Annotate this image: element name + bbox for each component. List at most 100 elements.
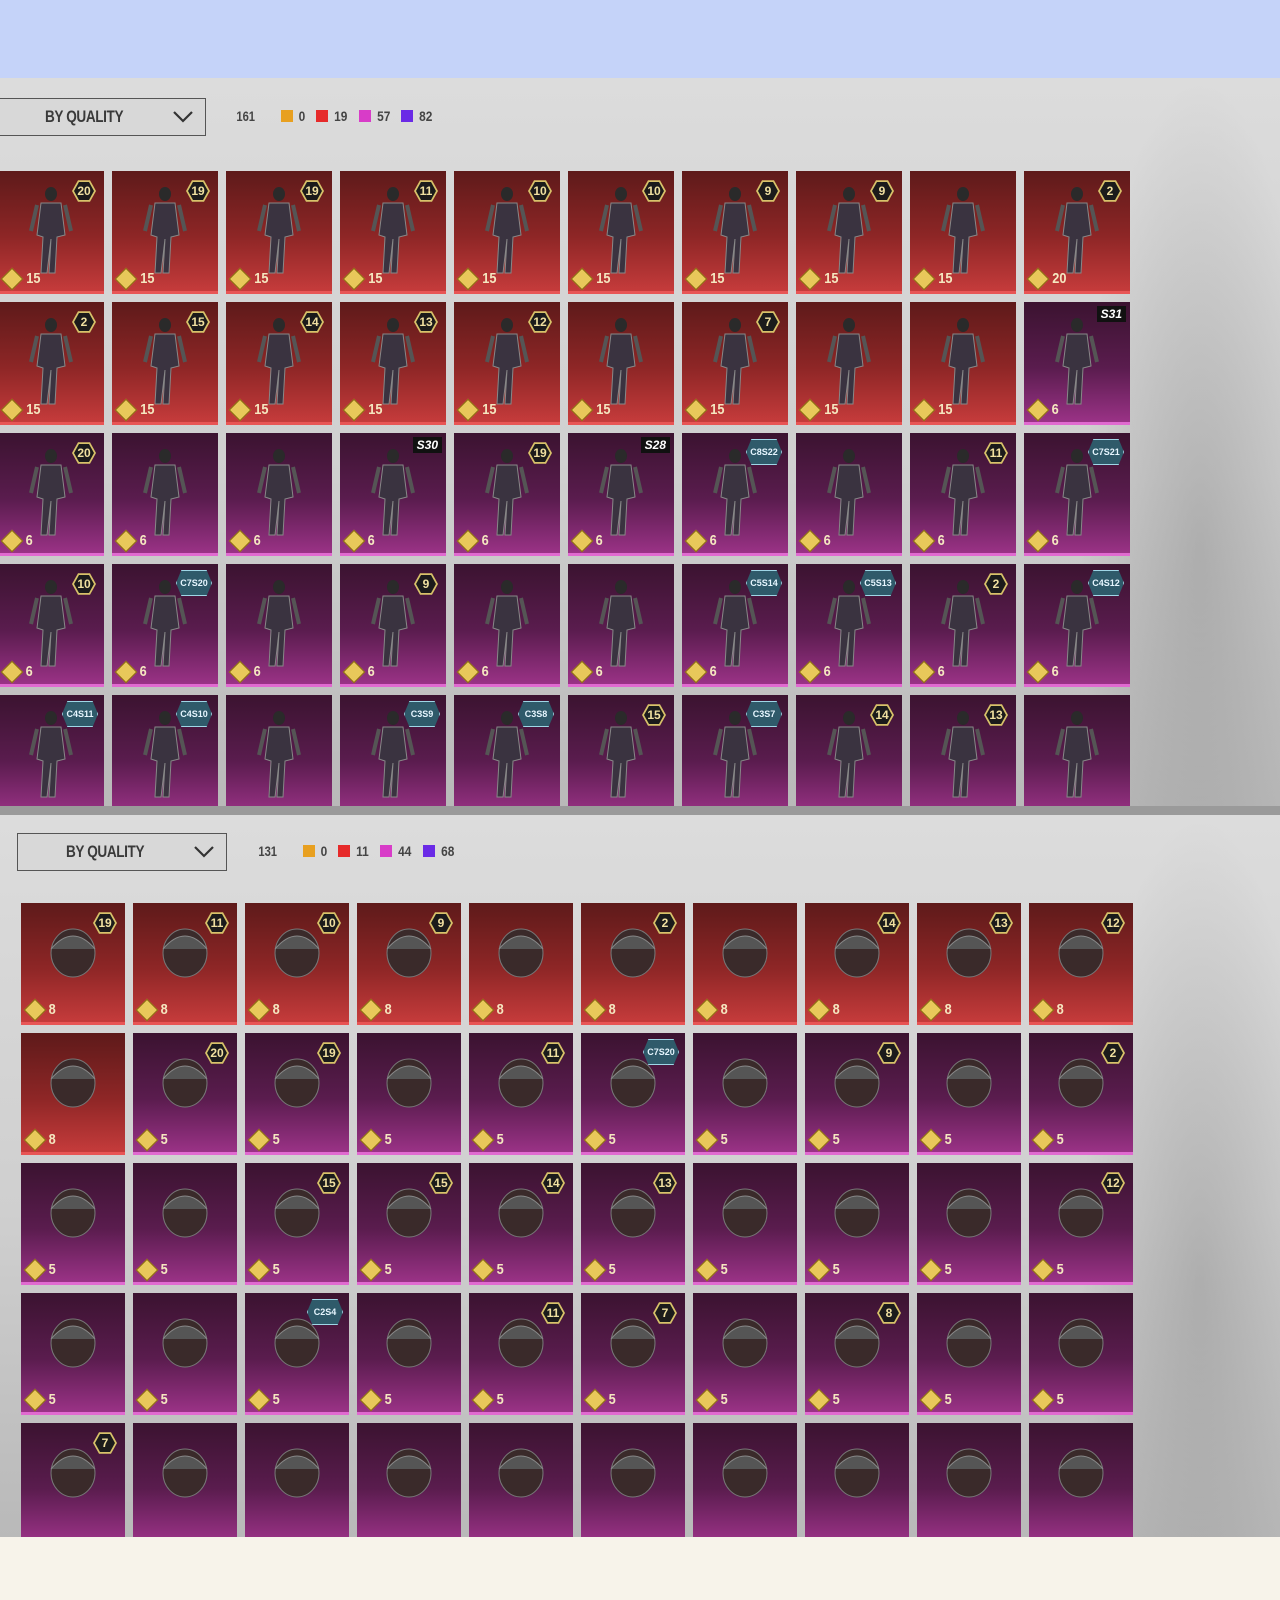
headwear-card[interactable]: 7	[21, 1423, 125, 1537]
headwear-card[interactable]: 95	[805, 1033, 909, 1155]
outfit-card[interactable]: C7S20 6	[112, 564, 218, 687]
headwear-card[interactable]: 5	[21, 1293, 125, 1415]
outfit-card[interactable]: 6	[226, 564, 332, 687]
outfit-card[interactable]: 11 6	[910, 433, 1016, 556]
headwear-card[interactable]: 11 8	[133, 903, 237, 1025]
headwear-card[interactable]	[805, 1423, 909, 1537]
outfit-card[interactable]	[1024, 695, 1130, 806]
headwear-card[interactable]	[357, 1423, 461, 1537]
outfit-card[interactable]: C8S22 6	[682, 433, 788, 556]
headwear-card[interactable]: 8	[21, 1033, 125, 1155]
headwear-card[interactable]: C2S4 5	[245, 1293, 349, 1415]
outfit-card[interactable]: 12 15	[454, 302, 560, 425]
outfit-card[interactable]: 20 6	[0, 433, 104, 556]
sort-dropdown[interactable]: BY QUALITY	[17, 833, 227, 871]
outfit-card[interactable]: 15	[568, 302, 674, 425]
outfit-card[interactable]: 10 6	[0, 564, 104, 687]
outfit-card[interactable]: 19 15	[112, 171, 218, 294]
outfit-card[interactable]: S31 6	[1024, 302, 1130, 425]
headwear-card[interactable]: 5	[917, 1163, 1021, 1285]
outfit-card[interactable]: C4S12 6	[1024, 564, 1130, 687]
outfit-card[interactable]: 6	[454, 564, 560, 687]
headwear-card[interactable]: 19 8	[21, 903, 125, 1025]
headwear-card[interactable]: 5	[21, 1163, 125, 1285]
headwear-card[interactable]: 5	[917, 1293, 1021, 1415]
outfit-card[interactable]: 15	[910, 171, 1016, 294]
outfit-card[interactable]: 9 15	[682, 171, 788, 294]
outfit-card[interactable]: S30 6	[340, 433, 446, 556]
headwear-card[interactable]: 10 8	[245, 903, 349, 1025]
outfit-card[interactable]: C4S11	[0, 695, 104, 806]
headwear-card[interactable]: 14 5	[469, 1163, 573, 1285]
outfit-card[interactable]: C5S14 6	[682, 564, 788, 687]
outfit-card[interactable]: C7S21 6	[1024, 433, 1130, 556]
outfit-card[interactable]: 96	[340, 564, 446, 687]
headwear-card[interactable]: 5	[917, 1033, 1021, 1155]
headwear-card[interactable]: 12 8	[1029, 903, 1133, 1025]
sort-dropdown[interactable]: BY QUALITY	[0, 98, 206, 136]
outfit-card[interactable]: 14 15	[226, 302, 332, 425]
outfit-card[interactable]: 20 15	[0, 171, 104, 294]
headwear-card[interactable]	[917, 1423, 1021, 1537]
headwear-card[interactable]: 20 5	[133, 1033, 237, 1155]
outfit-card[interactable]: C5S13 6	[796, 564, 902, 687]
headwear-card[interactable]: 15 5	[357, 1163, 461, 1285]
headwear-card[interactable]: 19 5	[245, 1033, 349, 1155]
outfit-card[interactable]: 13	[910, 695, 1016, 806]
headwear-card[interactable]: 8	[693, 903, 797, 1025]
outfit-card[interactable]: 2 20	[1024, 171, 1130, 294]
headwear-card[interactable]: 5	[357, 1293, 461, 1415]
headwear-card[interactable]	[245, 1423, 349, 1537]
headwear-card[interactable]: 28	[581, 903, 685, 1025]
outfit-card[interactable]: 6	[796, 433, 902, 556]
outfit-card[interactable]: C3S8	[454, 695, 560, 806]
headwear-card[interactable]: 5	[1029, 1293, 1133, 1415]
outfit-card[interactable]: 19 6	[454, 433, 560, 556]
outfit-card[interactable]: 15	[568, 695, 674, 806]
headwear-card[interactable]: 5	[133, 1293, 237, 1415]
headwear-card[interactable]: 5	[693, 1033, 797, 1155]
outfit-card[interactable]: 6	[112, 433, 218, 556]
headwear-card[interactable]: 11 5	[469, 1033, 573, 1155]
headwear-card[interactable]: 5	[693, 1293, 797, 1415]
outfit-card[interactable]: C4S10	[112, 695, 218, 806]
headwear-card[interactable]	[581, 1423, 685, 1537]
outfit-card[interactable]: 2 15	[0, 302, 104, 425]
outfit-card[interactable]: 6	[226, 433, 332, 556]
headwear-card[interactable]: 5	[693, 1163, 797, 1285]
headwear-card[interactable]: 98	[357, 903, 461, 1025]
headwear-card[interactable]: 25	[1029, 1033, 1133, 1155]
headwear-card[interactable]: 13 5	[581, 1163, 685, 1285]
outfit-card[interactable]: 15 15	[112, 302, 218, 425]
outfit-card[interactable]: 19 15	[226, 171, 332, 294]
outfit-card[interactable]: 10 15	[568, 171, 674, 294]
outfit-card[interactable]: 13 15	[340, 302, 446, 425]
outfit-card[interactable]	[226, 695, 332, 806]
headwear-card[interactable]	[693, 1423, 797, 1537]
outfit-card[interactable]: 7 15	[682, 302, 788, 425]
headwear-card[interactable]: 85	[805, 1293, 909, 1415]
outfit-card[interactable]: C3S7	[682, 695, 788, 806]
outfit-card[interactable]: 11 15	[340, 171, 446, 294]
headwear-card[interactable]: 5	[133, 1163, 237, 1285]
headwear-card[interactable]: 8	[469, 903, 573, 1025]
headwear-card[interactable]: 13 8	[917, 903, 1021, 1025]
headwear-card[interactable]: 5	[357, 1033, 461, 1155]
outfit-card[interactable]: C3S9	[340, 695, 446, 806]
headwear-card[interactable]: 14 8	[805, 903, 909, 1025]
headwear-card[interactable]: 11 5	[469, 1293, 573, 1415]
outfit-card[interactable]: 15	[796, 302, 902, 425]
headwear-card[interactable]: 12 5	[1029, 1163, 1133, 1285]
headwear-card[interactable]: C7S20 5	[581, 1033, 685, 1155]
headwear-card[interactable]	[133, 1423, 237, 1537]
headwear-card[interactable]	[469, 1423, 573, 1537]
headwear-card[interactable]	[1029, 1423, 1133, 1537]
outfit-card[interactable]: 6	[568, 564, 674, 687]
outfit-card[interactable]: S28 6	[568, 433, 674, 556]
outfit-card[interactable]: 26	[910, 564, 1016, 687]
headwear-card[interactable]: 15 5	[245, 1163, 349, 1285]
outfit-card[interactable]: 15	[910, 302, 1016, 425]
outfit-card[interactable]: 14	[796, 695, 902, 806]
headwear-card[interactable]: 75	[581, 1293, 685, 1415]
outfit-card[interactable]: 9 15	[796, 171, 902, 294]
